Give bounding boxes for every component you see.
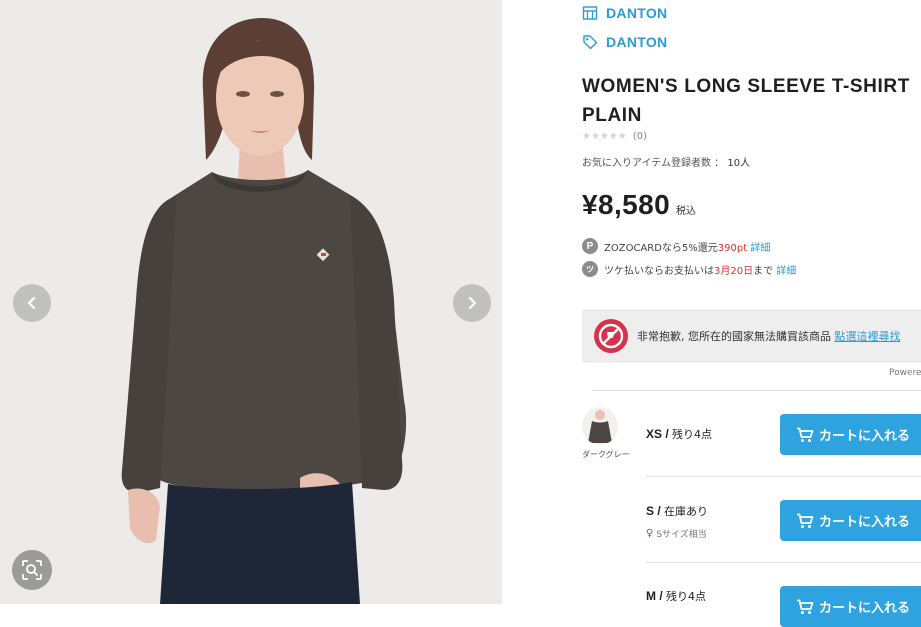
size-stock-s: S / 在庫あり	[646, 504, 709, 518]
color-thumbnail[interactable]	[582, 407, 618, 445]
tsuke-icon: ツ	[582, 261, 598, 277]
color-thumbnail-image	[582, 407, 618, 445]
cart-button-label: カートに入れる	[819, 515, 911, 530]
tsuke-text: ツケ払いならお支払いは	[604, 265, 714, 277]
size-label: XS	[646, 427, 663, 441]
no-purchase-icon	[594, 319, 628, 353]
product-title: WOMEN'S LONG SLEEVE T-SHIRT PLAIN	[582, 72, 921, 130]
cart-icon	[797, 427, 814, 442]
notice-link[interactable]: 點選這裡尋找	[835, 330, 901, 343]
add-to-cart-button-s[interactable]: カートに入れる	[780, 500, 921, 541]
stock-status: 在庫あり	[664, 505, 709, 518]
favorites-label: お気に入りアイテム登録者数 ：	[582, 158, 725, 169]
color-name: ダークグレー	[582, 450, 630, 459]
tsuke-barai-promo: ツ ツケ払いならお支払いは3月20日まで 詳細	[582, 261, 796, 277]
person-icon: ♀	[646, 528, 654, 539]
stock-status: 残り4点	[666, 590, 707, 603]
zoom-search-icon	[22, 560, 42, 580]
zozocard-points: 390pt	[717, 242, 748, 254]
tag-icon	[583, 35, 598, 50]
size-equivalent-label: Sサイズ相当	[656, 530, 707, 540]
cart-icon	[797, 513, 814, 528]
brand-link[interactable]: DANTON	[582, 34, 667, 50]
size-label: S	[646, 504, 655, 518]
zoom-image-button[interactable]	[12, 550, 52, 590]
region-restriction-notice: 非常抱歉, 您所在的國家無法購買該商品 點選這裡尋找	[582, 309, 921, 363]
price-row: ¥8,580 税込	[582, 189, 696, 221]
product-image-gallery	[0, 0, 502, 604]
price: ¥8,580	[582, 189, 671, 220]
review-count: (0)	[632, 131, 647, 142]
zozocard-promo: P ZOZOCARDなら5%還元390pt 詳細	[582, 238, 770, 254]
favorites-count-row: お気に入りアイテム登録者数 ： 10人	[582, 154, 750, 169]
tsuke-detail-link[interactable]: 詳細	[776, 266, 796, 277]
divider	[646, 562, 921, 563]
chevron-left-icon	[27, 296, 36, 310]
size-stock-xs: XS / 残り4点	[646, 427, 713, 441]
product-title-line1: WOMEN'S LONG SLEEVE T-SHIRT	[582, 76, 910, 97]
tax-label: 税込	[676, 206, 697, 217]
review-rating[interactable]: ★★★★★ (0)	[582, 131, 647, 142]
previous-image-button[interactable]	[13, 284, 51, 322]
notice-text: 非常抱歉, 您所在的國家無法購買該商品	[637, 330, 831, 343]
stock-status: 残り4点	[672, 428, 713, 441]
powered-by-label: Powered	[889, 368, 921, 378]
points-badge-icon: P	[582, 238, 598, 254]
shop-link[interactable]: DANTON	[582, 5, 667, 21]
cart-button-label: カートに入れる	[819, 601, 911, 616]
divider	[592, 390, 921, 391]
zozocard-detail-link[interactable]: 詳細	[750, 243, 770, 254]
divider	[646, 476, 921, 477]
product-title-line2: PLAIN	[582, 105, 642, 126]
size-equivalent: ♀ Sサイズ相当	[646, 527, 707, 540]
tsuke-date: 3月20日	[714, 265, 754, 277]
size-label: M	[646, 589, 656, 603]
shop-name: DANTON	[606, 5, 668, 21]
next-image-button[interactable]	[453, 284, 491, 322]
product-photo	[0, 0, 502, 604]
cart-button-label: カートに入れる	[819, 429, 911, 444]
brand-name: DANTON	[606, 34, 668, 50]
chevron-right-icon	[468, 296, 477, 310]
favorites-count: 10人	[727, 158, 751, 169]
rating-stars: ★★★★★	[582, 131, 627, 142]
add-to-cart-button-m[interactable]: カートに入れる	[780, 586, 921, 627]
tsuke-text-end: まで	[753, 265, 774, 277]
size-stock-m: M / 残り4点	[646, 589, 707, 603]
zozocard-text: ZOZOCARDなら5%還元	[604, 242, 718, 254]
product-info-panel: DANTON DANTON WOMEN'S LONG SLEEVE T-SHIR…	[582, 0, 921, 627]
cart-icon	[797, 599, 814, 614]
shop-icon	[582, 6, 598, 20]
add-to-cart-button-xs[interactable]: カートに入れる	[780, 414, 921, 455]
